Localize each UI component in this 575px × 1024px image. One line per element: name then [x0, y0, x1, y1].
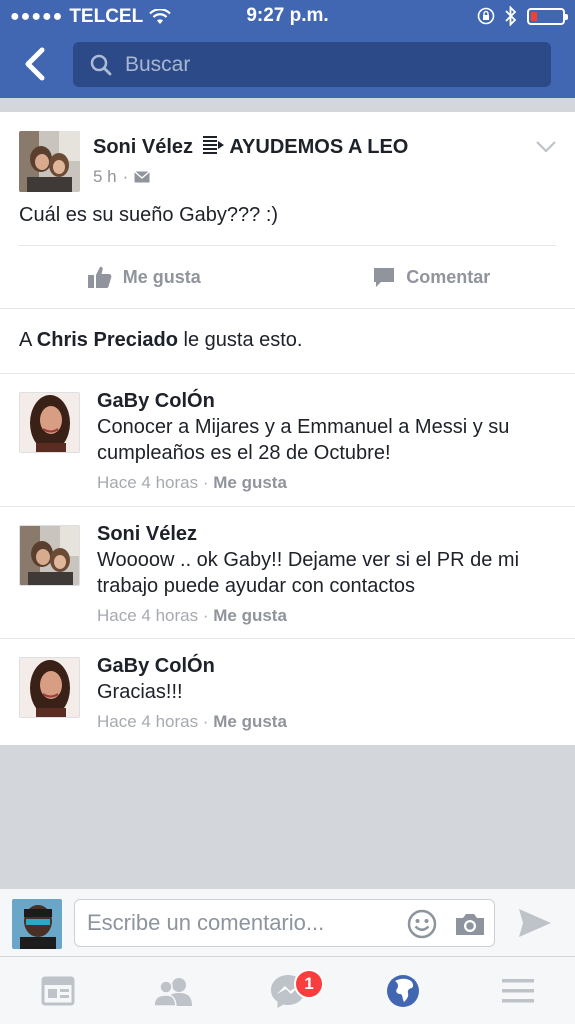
meta-separator: ·: [198, 473, 214, 492]
post-card: Soni Vélez AYUDEMOS A LEO 5 h · Cuál es …: [0, 112, 575, 745]
comment-like-button[interactable]: Me gusta: [213, 473, 287, 492]
globe-icon: [386, 974, 419, 1007]
current-user-avatar: [12, 899, 62, 949]
tab-news-feed[interactable]: [0, 957, 115, 1024]
tab-more[interactable]: [460, 957, 575, 1024]
comment-text: Conocer a Mijares y a Emmanuel a Messi y…: [97, 416, 510, 464]
separator-strip: [0, 98, 575, 112]
messages-badge: 1: [294, 969, 324, 999]
commenter-name[interactable]: GaBy ColÓn: [97, 388, 555, 414]
meta-separator: ·: [198, 712, 214, 731]
likes-summary[interactable]: A Chris Preciado le gusta esto.: [0, 309, 575, 373]
commenter-avatar[interactable]: [19, 392, 80, 453]
likes-prefix: A: [19, 329, 37, 351]
battery-icon: [527, 7, 568, 25]
comment-time: Hace 4 horas: [97, 606, 199, 625]
post-meta: 5 h ·: [93, 167, 151, 187]
comment-item: GaBy ColÓn Gracias!!! Hace 4 horas · Me …: [0, 638, 575, 745]
post-header: Soni Vélez AYUDEMOS A LEO 5 h ·: [0, 112, 575, 200]
fundraiser-icon: [202, 136, 224, 154]
comment-time: Hace 4 horas: [97, 712, 199, 731]
comment-like-button[interactable]: Me gusta: [213, 606, 287, 625]
thumbs-up-icon: [87, 266, 112, 288]
send-icon[interactable]: [517, 907, 553, 939]
post-author[interactable]: Soni Vélez AYUDEMOS A LEO: [93, 134, 408, 159]
search-input[interactable]: [125, 52, 525, 77]
back-button[interactable]: [18, 44, 54, 84]
comment-composer: [0, 888, 575, 956]
news-feed-icon: [41, 976, 74, 1005]
bluetooth-icon: [505, 6, 517, 26]
comment-text: Gracias!!!: [97, 681, 183, 703]
chevron-down-icon[interactable]: [535, 140, 557, 154]
author-name[interactable]: Soni Vélez: [93, 136, 193, 158]
comment-label: Comentar: [406, 266, 491, 287]
author-suffix: AYUDEMOS A LEO: [229, 136, 409, 158]
comment-icon: [374, 268, 395, 287]
comment-meta: Hace 4 horas · Me gusta: [97, 711, 555, 733]
commenter-name[interactable]: GaBy ColÓn: [97, 653, 555, 679]
menu-icon: [501, 978, 534, 1002]
commenter-avatar[interactable]: [19, 657, 80, 718]
likes-person[interactable]: Chris Preciado: [37, 329, 178, 351]
friends-icon: [152, 977, 192, 1006]
comment-field[interactable]: [74, 899, 495, 947]
comment-meta: Hace 4 horas · Me gusta: [97, 605, 555, 627]
post-actions: Me gusta Comentar: [0, 246, 575, 308]
comment-item: Soni Vélez Woooow .. ok Gaby!! Dejame ve…: [0, 506, 575, 638]
search-bar[interactable]: [73, 42, 551, 87]
comment-item: GaBy ColÓn Conocer a Mijares y a Emmanue…: [0, 373, 575, 506]
meta-separator: ·: [122, 167, 129, 186]
like-button[interactable]: Me gusta: [0, 265, 288, 289]
top-bar: ●●●●● TELCEL 9:27 p.m.: [0, 0, 575, 98]
comment-text: Woooow .. ok Gaby!! Dejame ver si el PR …: [97, 549, 520, 597]
commenter-avatar[interactable]: [19, 525, 80, 586]
commenter-name[interactable]: Soni Vélez: [97, 521, 555, 547]
tab-messenger[interactable]: 1: [230, 957, 345, 1024]
meta-separator: ·: [198, 606, 214, 625]
privacy-envelope-icon: [134, 171, 151, 183]
comment-button[interactable]: Comentar: [288, 266, 575, 288]
emoji-icon[interactable]: [406, 908, 438, 940]
search-icon: [90, 54, 112, 75]
comment-meta: Hace 4 horas · Me gusta: [97, 472, 555, 494]
likes-suffix: le gusta esto.: [177, 329, 303, 351]
camera-icon[interactable]: [454, 911, 486, 937]
tab-bar: 1: [0, 956, 575, 1024]
tab-friend-requests[interactable]: [115, 957, 230, 1024]
author-avatar[interactable]: [19, 131, 80, 192]
comment-input[interactable]: [87, 910, 397, 936]
orientation-lock-icon: [477, 7, 495, 25]
comment-time: Hace 4 horas: [97, 473, 199, 492]
status-bar: ●●●●● TELCEL 9:27 p.m.: [0, 0, 575, 34]
post-text: Cuál es su sueño Gaby??? :): [19, 204, 279, 226]
post-time[interactable]: 5 h: [93, 167, 117, 187]
tab-notifications[interactable]: [345, 957, 460, 1024]
comment-like-button[interactable]: Me gusta: [213, 712, 287, 731]
like-label: Me gusta: [122, 266, 201, 287]
